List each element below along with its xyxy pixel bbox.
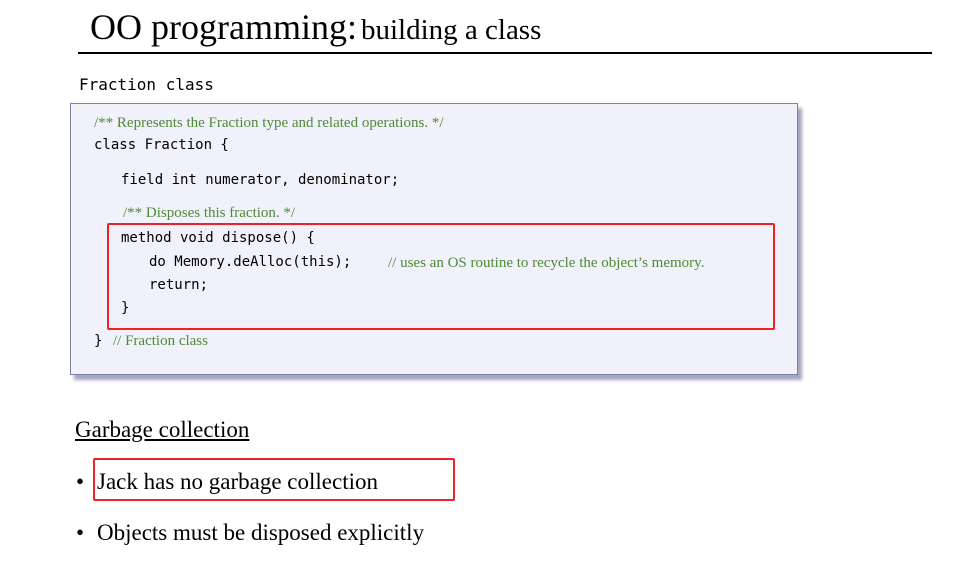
title-divider — [78, 52, 932, 54]
doc-comment: /** Represents the Fraction type and rel… — [94, 115, 444, 131]
class-close-brace: } — [94, 333, 103, 349]
method-comment: /** Disposes this fraction. */ — [123, 205, 296, 221]
class-declaration: class Fraction { — [94, 137, 229, 153]
field-declaration: field int numerator, denominator; — [121, 172, 400, 188]
dispose-method-highlight — [107, 223, 775, 330]
garbage-collection-heading: Garbage collection — [75, 417, 250, 442]
bullet-glyph: • — [76, 520, 85, 545]
bullet-highlight — [93, 458, 455, 501]
title-main: OO programming: — [90, 7, 357, 47]
bullet-item: Objects must be disposed explicitly — [97, 520, 425, 545]
bullet-glyph: • — [76, 469, 85, 494]
section-label: Fraction class — [79, 75, 214, 94]
slide-title: OO programming: building a class — [90, 6, 541, 48]
class-close-comment: // Fraction class — [113, 333, 208, 349]
title-sub: building a class — [360, 14, 542, 46]
